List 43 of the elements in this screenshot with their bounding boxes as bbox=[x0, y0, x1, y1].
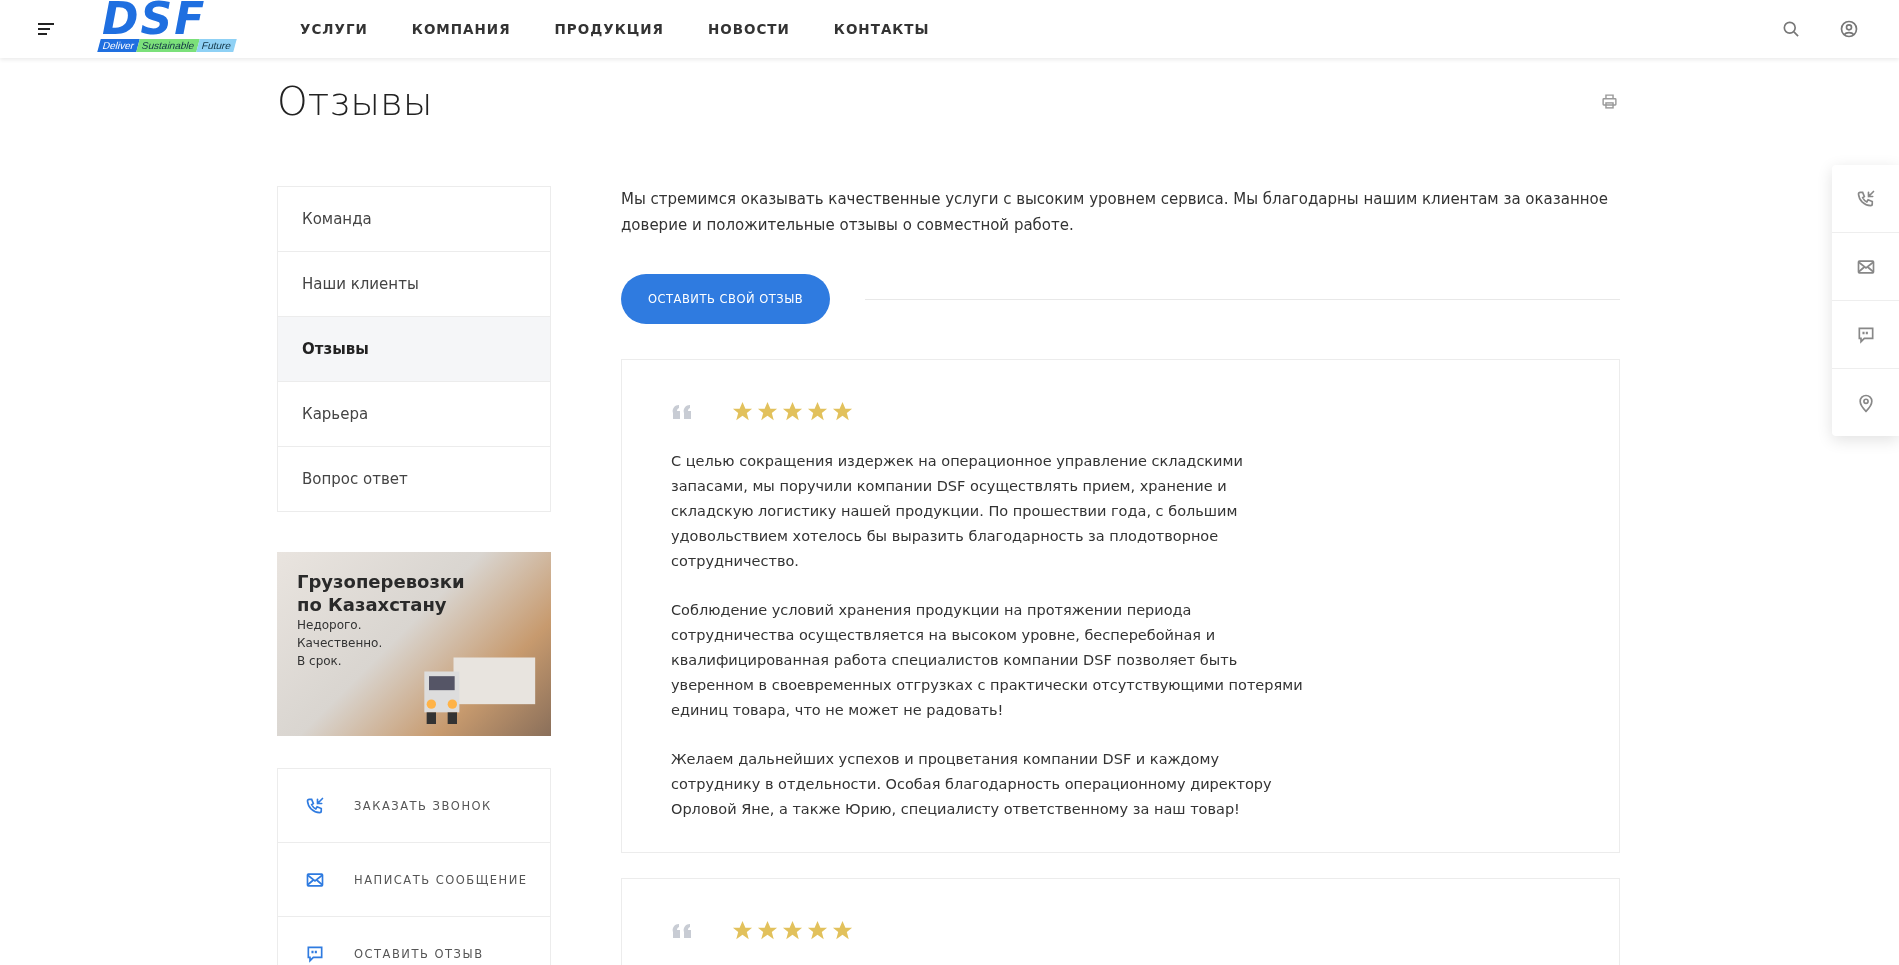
star-icon bbox=[756, 919, 779, 942]
nav-link[interactable]: ПРОДУКЦИЯ bbox=[554, 21, 664, 37]
banner-text: Качественно. bbox=[297, 635, 384, 652]
truck-banner-image[interactable]: Грузоперевозки по Казахстану Недорого. Качественно. В срок. bbox=[277, 552, 551, 736]
star-icon bbox=[806, 919, 829, 942]
logo-tagline-word: Future bbox=[196, 38, 238, 52]
banner-text: Недорого. bbox=[297, 617, 363, 634]
phone-icon bbox=[1855, 188, 1876, 209]
menu-icon[interactable] bbox=[38, 23, 54, 35]
contact-link[interactable]: ОСТАВИТЬ ОТЗЫВ bbox=[278, 916, 550, 965]
sidebar-item[interactable]: Отзывы bbox=[278, 316, 550, 381]
star-icon bbox=[731, 400, 754, 423]
logo-wordmark[interactable]: DSF bbox=[102, 0, 207, 39]
logo-tagline-word: Sustainable bbox=[136, 38, 201, 52]
phone-icon bbox=[305, 795, 325, 816]
user-account-icon[interactable] bbox=[1839, 19, 1859, 39]
star-icon bbox=[731, 919, 754, 942]
nav-link[interactable]: НОВОСТИ bbox=[707, 21, 790, 37]
intro-text: Мы стремимся оказывать качественные услуги с высоким уровнем сервиса. Мы благодарны нашим клиентам за оказанное доверие и положительные отзывы о совместной работе. bbox=[621, 189, 1609, 236]
banner-text: В срок. bbox=[297, 653, 343, 670]
nav-link[interactable]: УСЛУГИ bbox=[300, 21, 368, 37]
nav-link[interactable]: КОНТАКТЫ bbox=[833, 21, 930, 37]
star-icon bbox=[806, 400, 829, 423]
banner-title: Грузоперевозки по Казахстану bbox=[297, 570, 466, 616]
page-title: Отзывы bbox=[277, 78, 433, 124]
leave-review-button[interactable]: ОСТАВИТЬ СВОЙ ОТЗЫВ bbox=[621, 274, 831, 324]
logo-tagline-word: Deliver bbox=[97, 38, 140, 52]
star-icon bbox=[781, 400, 804, 423]
nav-link[interactable]: КОМПАНИЯ bbox=[411, 21, 511, 37]
contact-link[interactable]: НАПИСАТЬ СООБЩЕНИЕ bbox=[278, 842, 550, 916]
review-paragraph: С целью сокращения издержек на операционное управление складскими запасами, мы поручили компании DSF осуществлять прием, хранение и складскую логистику нашей продукции. По прошествии года, с большим удовольствием хотелось бы выразить благодарность за плодотворное сотрудничество. bbox=[671, 452, 1244, 571]
sidebar-item[interactable]: Команда bbox=[278, 187, 550, 251]
sidebar-item[interactable]: Карьера bbox=[278, 381, 550, 446]
star-icon bbox=[831, 400, 854, 423]
search-icon[interactable] bbox=[1781, 19, 1801, 39]
print-icon[interactable] bbox=[1601, 92, 1618, 110]
sidebar-item[interactable]: Вопрос ответ bbox=[278, 446, 550, 511]
star-icon bbox=[756, 400, 779, 423]
star-icon bbox=[831, 919, 854, 942]
star-icon bbox=[781, 919, 804, 942]
contact-link[interactable]: ЗАКАЗАТЬ ЗВОНОК bbox=[278, 769, 550, 842]
review-paragraph: Соблюдение условий хранения продукции на протяжении периода сотрудничества осуществляется на высоком уровне, бесперебойная и квалифицированная работа специалистов компании DSF позволяет быть уверенном в своевременных отгрузках с практически отсутствующими потерями единиц товара, что не может не радовать! bbox=[671, 601, 1304, 720]
review-paragraph: Желаем дальнейших успехов и процветания компании DSF и каждому сотруднику в отдельности. Особая благодарность операционному директору Орловой Яне, а также Юрию, специалисту ответственному за наш товар! bbox=[671, 750, 1273, 819]
